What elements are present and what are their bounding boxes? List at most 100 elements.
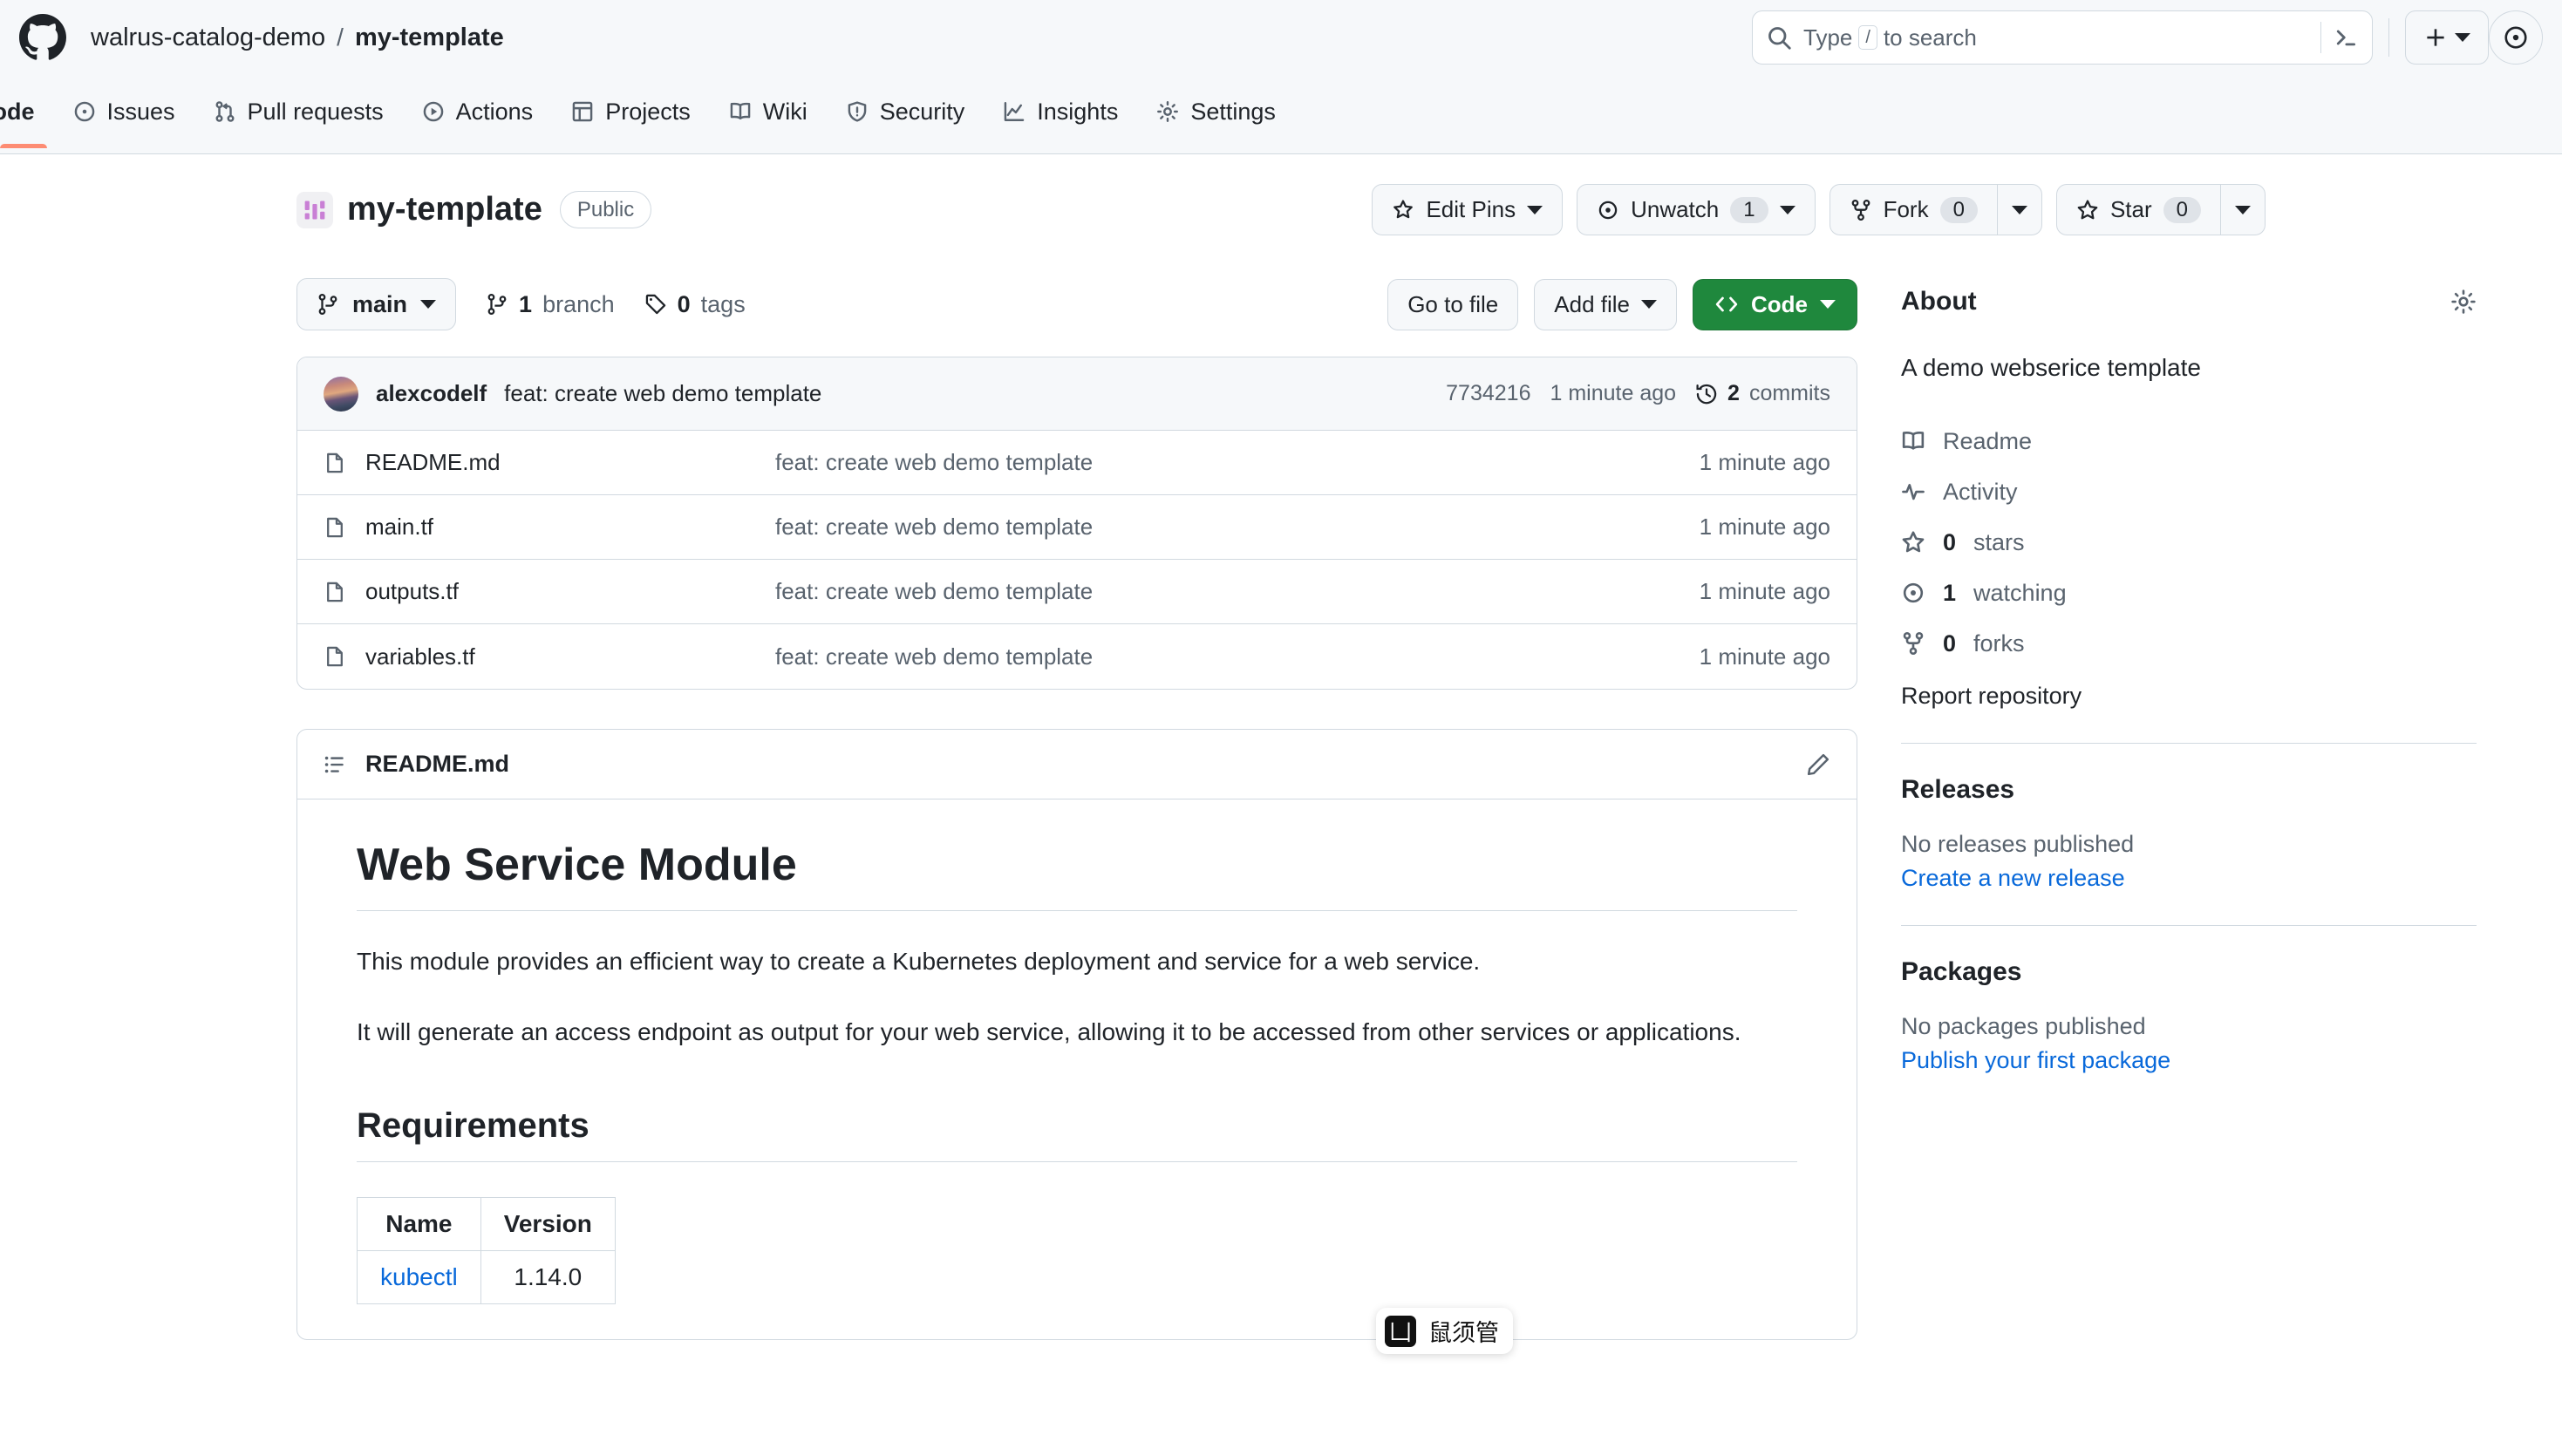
watch-count: 1 [1730,196,1768,223]
column-header-name: Name [357,1196,481,1251]
file-name[interactable]: variables.tf [365,643,775,670]
file-icon [324,452,346,474]
sidebar-item-watching[interactable]: 1 watching [1901,568,2477,618]
chevron-down-icon [1779,205,1795,214]
gear-icon [1156,100,1179,123]
file-name[interactable]: main.tf [365,514,775,541]
file-time: 1 minute ago [1699,449,1830,475]
sidebar-item-activity-label: Activity [1943,478,2018,505]
add-file-button[interactable]: Add file [1534,278,1677,330]
eye-icon [1597,199,1619,221]
create-release-link[interactable]: Create a new release [1901,865,2477,892]
file-commit-message[interactable]: feat: create web demo template [775,449,1700,476]
content-wrapper: main 1 branch 0 tags Go to file Add file… [0,278,2562,1340]
repo-tab-insights[interactable]: Insights [984,75,1137,148]
table-row[interactable]: main.tf feat: create web demo template 1… [297,495,1857,560]
gear-icon[interactable] [2450,289,2477,315]
about-header: About [1901,287,2477,316]
command-palette-icon[interactable] [2334,25,2358,50]
page-title[interactable]: my-template [347,191,542,228]
git-pull-request-icon [214,100,236,123]
sidebar-item-stars[interactable]: 0 stars [1901,517,2477,568]
publish-package-link[interactable]: Publish your first package [1901,1047,2477,1074]
tag-count-link[interactable]: 0 tags [644,291,746,318]
commits-count-number: 2 [1727,381,1740,405]
edit-pins-button[interactable]: Edit Pins [1372,184,1564,235]
breadcrumb-owner[interactable]: walrus-catalog-demo [91,24,325,52]
repo-nav-list: Code Issues Pull requests Actions [0,75,1295,148]
file-commit-message[interactable]: feat: create web demo template [775,514,1700,541]
commit-message[interactable]: feat: create web demo template [504,380,821,407]
watching-count: 1 [1943,579,1957,606]
play-icon [422,100,445,123]
list-unordered-icon[interactable] [324,753,346,776]
file-commit-message[interactable]: feat: create web demo template [775,643,1700,670]
sidebar-item-readme[interactable]: Readme [1901,416,2477,466]
add-file-label: Add file [1554,290,1630,317]
star-dropdown-button[interactable] [2220,184,2266,235]
search-input[interactable]: Type / to search [1752,10,2373,65]
issue-opened-icon [73,100,96,123]
requirement-name-link[interactable]: kubectl [380,1263,458,1290]
sidebar-item-forks[interactable]: 0 forks [1901,618,2477,669]
edit-pins-label: Edit Pins [1426,196,1516,222]
branch-count-label: branch [542,290,615,317]
repo-tab-security[interactable]: Security [827,75,985,148]
table-row[interactable]: README.md feat: create web demo template… [297,431,1857,495]
unwatch-button[interactable]: Unwatch 1 [1577,184,1816,235]
stars-count: 0 [1943,528,1957,555]
branch-count-number: 1 [519,290,533,317]
commit-sha[interactable]: 7734216 [1446,381,1530,406]
requirement-name-cell: kubectl [357,1249,481,1304]
code-button[interactable]: Code [1693,278,1857,330]
go-to-file-button[interactable]: Go to file [1387,278,1519,330]
fork-button[interactable]: Fork 0 [1829,184,1997,235]
account-menu-button[interactable] [2489,10,2543,65]
readme-heading-1: Web Service Module [357,839,1797,911]
fork-dropdown-button[interactable] [1996,184,2042,235]
about-links: Readme Activity 0 stars 1 watching 0 for… [1901,416,2477,669]
branch-selector[interactable]: main [296,278,457,330]
repo-tab-security-label: Security [879,98,965,125]
sidebar-item-activity[interactable]: Activity [1901,466,2477,517]
repo-tab-code[interactable]: Code [0,75,54,148]
search-trailing [2320,22,2358,53]
file-icon [324,516,346,539]
git-branch-icon [317,293,339,316]
commit-author[interactable]: alexcodelf [376,380,487,407]
table-row[interactable]: variables.tf feat: create web demo templ… [297,624,1857,689]
report-repository-link[interactable]: Report repository [1901,683,2477,710]
breadcrumb-repo[interactable]: my-template [355,24,504,52]
page-body: my-template Public Edit Pins Unwatch 1 F… [0,154,2562,1340]
avatar[interactable] [324,376,358,412]
book-icon [1901,429,1925,453]
commits-count-link[interactable]: 2 commits [1695,381,1830,406]
requirements-table: Name Version kubectl 1.14.0 [357,1196,616,1304]
ime-status-badge[interactable]: 凵 鼠须管 [1376,1308,1513,1354]
branch-name: main [352,290,408,317]
forks-count: 0 [1943,629,1957,657]
unwatch-label: Unwatch [1631,196,1720,222]
repo-tab-projects[interactable]: Projects [552,75,710,148]
file-name[interactable]: README.md [365,449,775,476]
star-button[interactable]: Star 0 [2055,184,2220,235]
github-mark-icon[interactable] [16,10,70,65]
file-commit-message[interactable]: feat: create web demo template [775,578,1700,605]
create-new-button[interactable] [2405,10,2489,65]
breadcrumb-separator: / [337,24,344,51]
repo-tab-issues[interactable]: Issues [54,75,194,148]
repo-tab-wiki[interactable]: Wiki [710,75,827,148]
tag-count-number: 0 [677,290,691,317]
pulse-icon [1901,480,1925,504]
repo-tab-actions[interactable]: Actions [403,75,553,148]
table-row[interactable]: outputs.tf feat: create web demo templat… [297,560,1857,624]
repo-tab-pull-requests[interactable]: Pull requests [194,75,403,148]
repo-tab-settings[interactable]: Settings [1137,75,1295,148]
readme-title: README.md [365,751,510,777]
book-icon [729,100,752,123]
file-name[interactable]: outputs.tf [365,578,775,605]
branch-count-link[interactable]: 1 branch [486,291,615,318]
readme-edit-button[interactable] [1806,752,1830,777]
readme-header: README.md [297,730,1857,799]
code-brackets-icon [1714,292,1739,316]
